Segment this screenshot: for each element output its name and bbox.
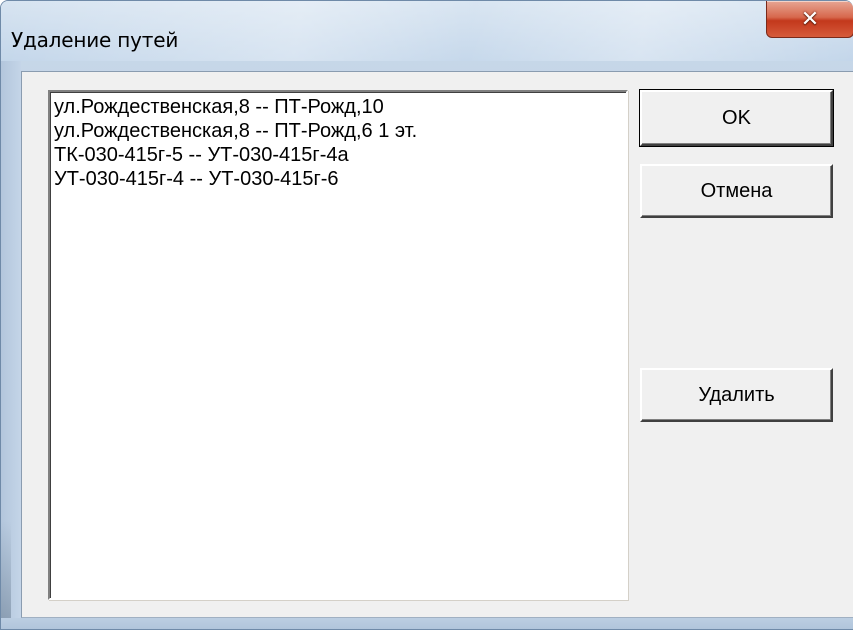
close-icon: ✕ [800,6,820,32]
delete-button[interactable]: Удалить [640,368,833,422]
paths-listbox[interactable]: ул.Рождественская,8 -- ПТ-Рожд,10 ул.Рож… [48,90,628,600]
window-title: Удаление путей [11,28,179,52]
window-frame-bottom [1,618,853,629]
cancel-button[interactable]: Отмена [640,164,833,218]
window-frame-shadow [1,521,11,621]
list-item[interactable]: ТК-030-415г-5 -- УТ-030-415г-4а [54,143,626,167]
ok-button[interactable]: OK [639,89,834,147]
close-button[interactable]: ✕ [766,1,853,38]
dialog-window: Удаление путей ✕ ул.Рождественская,8 -- … [0,0,853,630]
dialog-client-area: ул.Рождественская,8 -- ПТ-Рожд,10 ул.Рож… [21,71,853,618]
list-item[interactable]: ул.Рождественская,8 -- ПТ-Рожд,10 [54,95,626,119]
title-bar[interactable]: Удаление путей ✕ [1,1,853,61]
list-item[interactable]: УТ-030-415г-4 -- УТ-030-415г-6 [54,167,626,191]
list-item[interactable]: ул.Рождественская,8 -- ПТ-Рожд,6 1 эт. [54,119,626,143]
